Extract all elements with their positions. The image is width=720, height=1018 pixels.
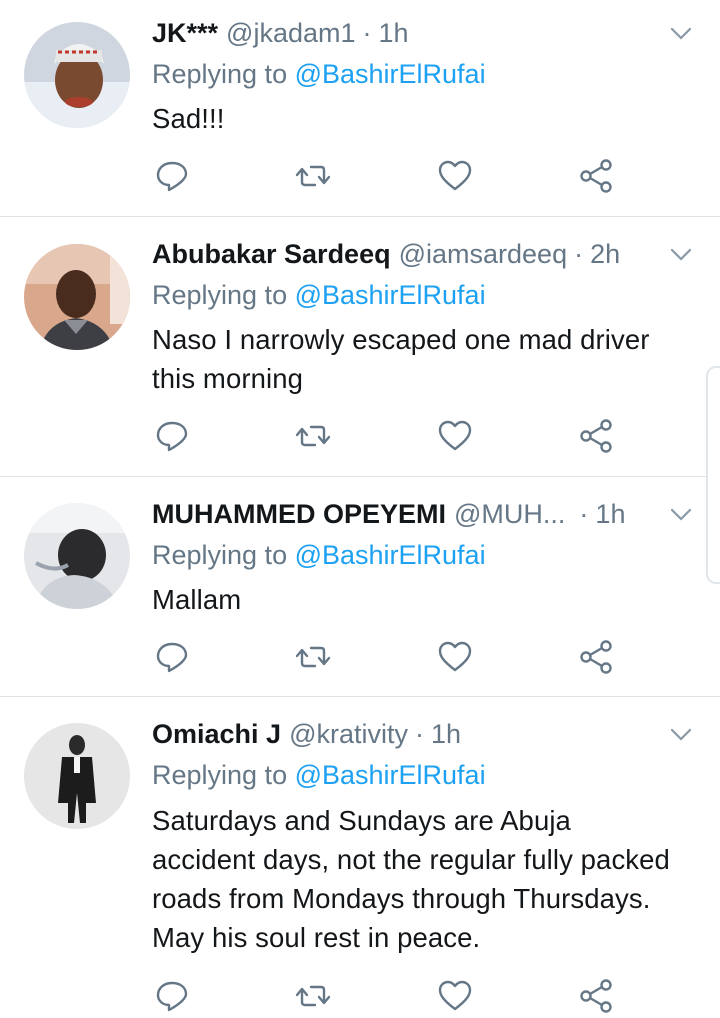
mention-link[interactable]: @BashirElRufai <box>295 59 486 89</box>
share-icon[interactable] <box>576 637 616 677</box>
tweet-actions <box>152 637 632 677</box>
tweet-text: Saturdays and Sundays are Abuja accident… <box>152 805 670 953</box>
display-name[interactable]: JK*** <box>152 13 218 53</box>
timestamp[interactable]: 1h <box>431 714 461 754</box>
timestamp[interactable]: 1h <box>379 13 409 53</box>
mention-link[interactable]: @BashirElRufai <box>295 280 486 310</box>
replying-prefix: Replying to <box>152 59 295 89</box>
chevron-down-icon[interactable] <box>668 241 694 267</box>
avatar[interactable] <box>24 22 130 128</box>
display-name[interactable]: MUHAMMED OPEYEMI <box>152 494 446 534</box>
separator-dot: · <box>362 18 372 48</box>
share-icon[interactable] <box>576 156 616 196</box>
mention-link[interactable]: @BashirElRufai <box>295 540 486 570</box>
display-name[interactable]: Omiachi J <box>152 714 281 754</box>
tweet-actions <box>152 416 632 456</box>
replying-to: Replying to @BashirElRufai <box>152 276 486 314</box>
reply-icon[interactable] <box>152 156 192 196</box>
replying-prefix: Replying to <box>152 760 295 790</box>
tweet-text: Sad!!! <box>152 103 225 134</box>
reply-icon[interactable] <box>152 637 192 677</box>
like-icon[interactable] <box>435 156 475 196</box>
display-name[interactable]: Abubakar Sardeeq <box>152 234 391 274</box>
like-icon[interactable] <box>435 416 475 456</box>
avatar[interactable] <box>24 503 130 609</box>
user-handle[interactable]: @MUH... <box>454 494 565 534</box>
reply-icon[interactable] <box>152 976 192 1016</box>
mention-link[interactable]: @BashirElRufai <box>295 760 486 790</box>
like-icon[interactable] <box>435 976 475 1016</box>
separator-dot: · <box>414 719 424 749</box>
replying-prefix: Replying to <box>152 540 295 570</box>
share-icon[interactable] <box>576 416 616 456</box>
tweet-text: Mallam <box>152 584 242 615</box>
tweet-actions <box>152 156 632 196</box>
scroll-handle[interactable] <box>706 366 720 584</box>
tweet[interactable]: MUHAMMED OPEYEMI @MUH... · 1h Replying t… <box>0 477 720 697</box>
like-icon[interactable] <box>435 637 475 677</box>
tweet-actions <box>152 976 632 1016</box>
retweet-icon[interactable] <box>293 156 333 196</box>
timestamp[interactable]: 1h <box>595 494 625 534</box>
replying-to: Replying to @BashirElRufai <box>152 55 486 93</box>
retweet-icon[interactable] <box>293 416 333 456</box>
separator-dot: · <box>579 499 589 529</box>
user-handle[interactable]: @krativity <box>289 714 408 754</box>
chevron-down-icon[interactable] <box>668 20 694 46</box>
retweet-icon[interactable] <box>293 976 333 1016</box>
replying-to: Replying to @BashirElRufai <box>152 756 486 794</box>
separator-dot: · <box>574 239 584 269</box>
chevron-down-icon[interactable] <box>668 721 694 747</box>
tweet[interactable]: Omiachi J @krativity · 1h Replying to @B… <box>0 697 720 1018</box>
reply-icon[interactable] <box>152 416 192 456</box>
replying-to: Replying to @BashirElRufai <box>152 536 486 574</box>
avatar[interactable] <box>24 723 130 829</box>
replying-prefix: Replying to <box>152 280 295 310</box>
tweet[interactable]: Abubakar Sardeeq @iamsardeeq · 2h Replyi… <box>0 217 720 477</box>
tweet-text: Naso I narrowly escaped one mad driver t… <box>152 324 650 394</box>
tweet[interactable]: JK*** @jkadam1 · 1h Replying to @BashirE… <box>0 0 720 217</box>
share-icon[interactable] <box>576 976 616 1016</box>
chevron-down-icon[interactable] <box>668 501 694 527</box>
timestamp[interactable]: 2h <box>590 234 620 274</box>
avatar[interactable] <box>24 244 130 350</box>
retweet-icon[interactable] <box>293 637 333 677</box>
user-handle[interactable]: @jkadam1 <box>226 13 355 53</box>
user-handle[interactable]: @iamsardeeq <box>399 234 568 274</box>
